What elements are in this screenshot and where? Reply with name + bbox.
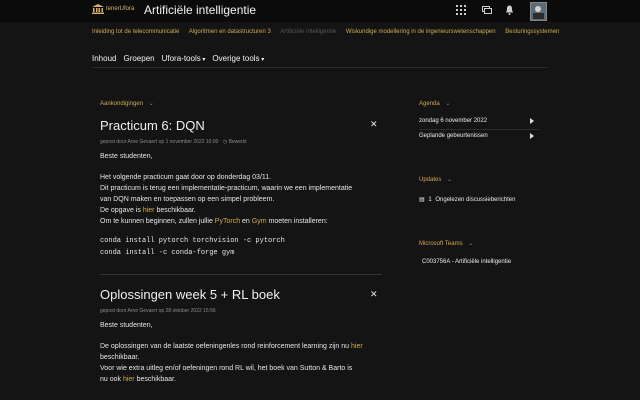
- post-title[interactable]: Practicum 6: DQN: [100, 118, 205, 133]
- nav-inhoud[interactable]: Inhoud: [92, 54, 116, 63]
- main-nav: Inhoud Groepen Ufora-tools Overige tools: [92, 54, 264, 63]
- agenda-date[interactable]: zondag 6 november 2022: [419, 118, 487, 124]
- nav-divider: [92, 67, 547, 68]
- text: nu ook: [100, 376, 123, 383]
- gym-link[interactable]: Gym: [252, 218, 267, 225]
- agenda-separator: [419, 129, 539, 130]
- edited-label: Bewerkt: [228, 139, 247, 145]
- post-line: Voor wie extra uitleg en/of oefeningen r…: [100, 365, 353, 372]
- course-link-besturingssystemen[interactable]: Besturingssystemen: [505, 29, 559, 35]
- post-body: Beste studenten, Het volgende practicum …: [100, 151, 390, 259]
- updates-title-text: Updates: [419, 177, 442, 183]
- apps-grid-icon[interactable]: [456, 5, 466, 15]
- post-body: Beste studenten, De oplossingen van de l…: [100, 320, 390, 385]
- course-link-wiskundige-modellering[interactable]: Wiskundige modellering in de ingenieursw…: [346, 29, 496, 35]
- text: De opgave is: [100, 207, 143, 214]
- pytorch-link[interactable]: PyTorch: [215, 218, 240, 225]
- text: en: [240, 218, 252, 225]
- play-arrow-icon[interactable]: [530, 118, 534, 124]
- course-link-ai-current[interactable]: Artificiële intelligentie: [280, 29, 336, 35]
- post-separator: [100, 274, 382, 275]
- course-nav: Inleiding tot de telecommunicatie Algori…: [92, 29, 567, 35]
- course-title: Artificiële intelligentie: [144, 3, 257, 17]
- post-line: De opgave is hier beschikbaar.: [100, 205, 390, 216]
- post-meta-text: gepost door Arne Gevaert op 1 november 2…: [100, 139, 219, 145]
- course-link-algoritmen[interactable]: Algoritmen en datastructuren 3: [189, 29, 271, 35]
- planned-events[interactable]: Geplande gebeurtenissen: [419, 133, 488, 139]
- nav-overige-tools[interactable]: Overige tools: [212, 54, 264, 63]
- play-arrow-icon[interactable]: [530, 133, 534, 139]
- assignment-link[interactable]: hier: [143, 207, 155, 214]
- post-meta: gepost door Arne Gevaert op 28 oktober 2…: [100, 308, 216, 314]
- post-title[interactable]: Oplossingen week 5 + RL boek: [100, 287, 280, 302]
- code-line: conda install pytorch torchvision -c pyt…: [100, 237, 285, 245]
- text: beschikbaar.: [134, 376, 176, 383]
- unread-discussions[interactable]: ▤ 1 Ongelezen discussieberichten: [419, 196, 515, 203]
- unread-label: Ongelezen discussieberichten: [435, 197, 516, 203]
- post-line: beschikbaar.: [100, 354, 140, 361]
- top-bar: tenerUfora Artificiële intelligentie: [0, 0, 640, 22]
- code-line: conda install -c conda-forge gym: [100, 249, 235, 257]
- chevron-down-icon[interactable]: ⌄: [149, 101, 154, 107]
- course-link-telecom[interactable]: Inleiding tot de telecommunicatie: [92, 29, 179, 35]
- close-icon[interactable]: ✕: [370, 289, 378, 300]
- avatar[interactable]: [530, 2, 547, 21]
- post-greeting: Beste studenten,: [100, 322, 153, 329]
- book-link[interactable]: hier: [123, 376, 135, 383]
- post-line: nu ook hier beschikbaar.: [100, 374, 390, 385]
- teams-title[interactable]: Microsoft Teams ⌄: [419, 240, 473, 247]
- text: beschikbaar.: [154, 207, 196, 214]
- post-line: van DQN maken en toepassen op een simpel…: [100, 196, 275, 203]
- text: De oplossingen van de laatste oefeningen…: [100, 343, 351, 350]
- post-line: Dit practicum is terug een implementatie…: [100, 185, 353, 192]
- announcements-title[interactable]: Aankondigingen ⌄: [100, 100, 154, 107]
- teams-item[interactable]: C003756A - Artificiële intelligentie: [422, 259, 511, 265]
- discussion-icon: ▤: [419, 197, 425, 203]
- ufora-logo[interactable]: tenerUfora: [92, 4, 134, 14]
- text: Om te kunnen beginnen, zullen jullie: [100, 218, 215, 225]
- nav-ufora-tools[interactable]: Ufora-tools: [162, 54, 206, 63]
- messages-icon[interactable]: [482, 6, 492, 15]
- teams-title-text: Microsoft Teams: [419, 241, 463, 247]
- chevron-down-icon[interactable]: ⌄: [468, 241, 473, 247]
- agenda-title[interactable]: Agenda ⌄: [419, 100, 450, 107]
- institution-icon: [92, 4, 104, 14]
- close-icon[interactable]: ✕: [370, 119, 378, 130]
- agenda-title-text: Agenda: [419, 101, 440, 107]
- bell-icon[interactable]: [505, 5, 514, 15]
- chevron-down-icon[interactable]: ⌄: [445, 101, 450, 107]
- chevron-down-icon[interactable]: ⌄: [447, 177, 452, 183]
- post-line: Het volgende practicum gaat door op dond…: [100, 174, 272, 181]
- post-greeting: Beste studenten,: [100, 153, 153, 160]
- post-meta: gepost door Arne Gevaert op 1 november 2…: [100, 139, 247, 145]
- post-line: De oplossingen van de laatste oefeningen…: [100, 341, 390, 352]
- solutions-link[interactable]: hier: [351, 343, 363, 350]
- announcements-title-text: Aankondigingen: [100, 101, 144, 107]
- edited-icon: ◷: [222, 139, 228, 145]
- updates-title[interactable]: Updates ⌄: [419, 176, 452, 183]
- logo-text: tenerUfora: [106, 6, 135, 12]
- text: moeten installeren:: [266, 218, 328, 225]
- nav-groepen[interactable]: Groepen: [123, 54, 154, 63]
- post-line: Om te kunnen beginnen, zullen jullie PyT…: [100, 216, 390, 227]
- unread-count: 1: [428, 197, 432, 203]
